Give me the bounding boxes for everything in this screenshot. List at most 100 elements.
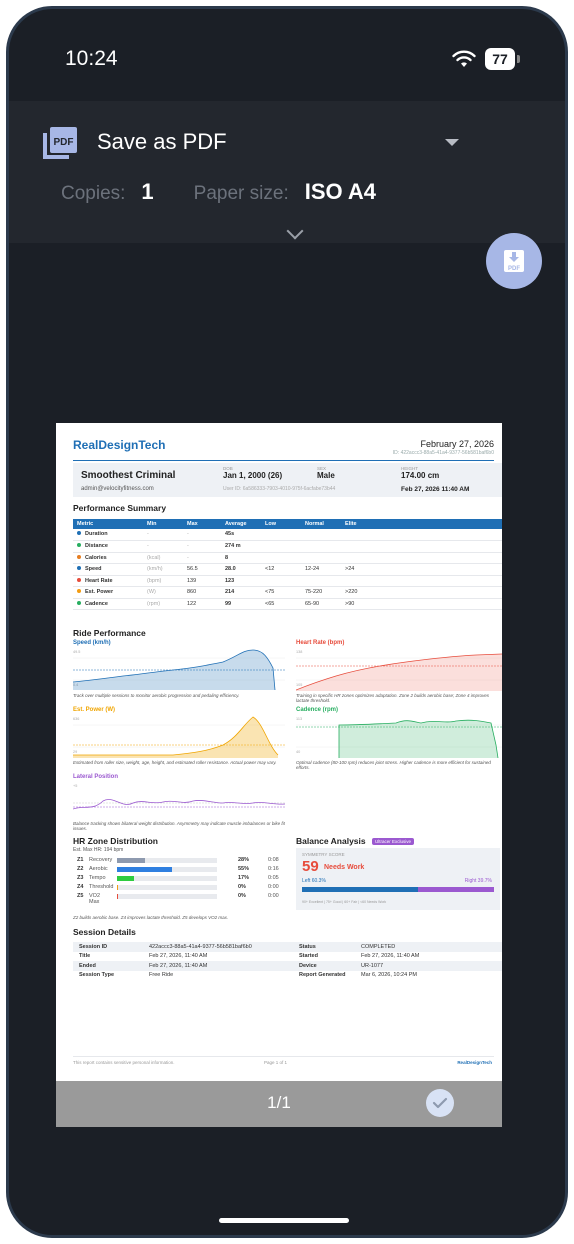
avg-cell: 123: [221, 575, 261, 587]
wifi-icon: [452, 50, 476, 67]
col-low: Low: [261, 519, 301, 529]
zone-bar-fill: [117, 894, 118, 899]
performance-header-row: Metric Min Max Average Low Normal Elite: [73, 519, 502, 529]
metric-dot-icon: [77, 600, 81, 605]
session-value: COMPLETED: [355, 942, 502, 952]
rider-name: Smoothest Criminal: [81, 470, 176, 481]
cadence-chart: [296, 719, 502, 758]
min-value: (W): [147, 589, 156, 596]
heart-rate-caption: Training in specific HR zones optimizes …: [296, 693, 490, 704]
footer-note: This report contains sensitive personal …: [73, 1060, 175, 1065]
normal-cell: 12-24: [301, 563, 341, 576]
avg-cell: 28.0: [221, 563, 261, 576]
low-value: <75: [265, 589, 275, 596]
min-value: -: [147, 543, 149, 550]
elite-cell: >220: [341, 586, 502, 599]
session-details-body: Session ID 422accc3-88a5-41a4-9377-56b581…: [73, 942, 502, 980]
zone-bar-fill: [117, 858, 145, 863]
low-cell: [261, 552, 301, 564]
destination-dropdown-icon[interactable]: [445, 139, 459, 146]
expand-options-icon[interactable]: [286, 222, 304, 240]
session-row: Session ID 422accc3-88a5-41a4-9377-56b581…: [73, 942, 502, 952]
avg-value: 99: [225, 600, 232, 607]
metric-cell: Cadence: [73, 598, 143, 610]
normal-cell: [301, 552, 341, 564]
destination-select[interactable]: Save as PDF: [97, 129, 227, 155]
avg-value: 8: [225, 554, 229, 561]
min-value: (kcal): [147, 554, 161, 561]
rider-email: admin@velocityfitness.com: [81, 486, 154, 492]
zone-name: Recovery: [89, 857, 113, 863]
hr-area: [296, 654, 502, 691]
session-key: Report Generated: [299, 972, 346, 979]
session-value: Feb 27, 2026, 11:40 AM: [149, 953, 208, 960]
power-area: [73, 717, 278, 758]
symmetry-score-label: SYMMETRY SCORE: [302, 852, 345, 857]
elite-cell: >24: [341, 563, 502, 576]
pdf-download-icon: PDF: [504, 250, 524, 272]
left-percentage: Left 60.3%: [302, 878, 326, 884]
session-key: Title: [79, 953, 91, 960]
session-key: Ended: [73, 961, 143, 971]
metric-dot-icon: [77, 566, 81, 571]
session-row: Title Feb 27, 2026, 11:40 AM Started Feb 27…: [73, 952, 502, 962]
min-value: (bpm): [147, 577, 162, 584]
ultracer-exclusive-badge: Ultracer Exclusive: [372, 838, 415, 846]
avg-value: 214: [225, 589, 235, 596]
footer-page: Page 1 of 1: [264, 1060, 288, 1065]
ride-performance-title: Ride Performance: [73, 628, 146, 638]
elite-cell: [341, 552, 502, 564]
min-cell: -: [143, 529, 183, 541]
max-cell: -: [183, 540, 221, 553]
cadence-chart-title: Cadence (rpm): [296, 707, 339, 713]
speed-chart-title: Speed (km/h): [73, 640, 111, 646]
paper-size-value[interactable]: ISO A4: [305, 179, 376, 205]
cadence-area: [339, 720, 498, 758]
paper-size-label: Paper size:: [193, 183, 289, 204]
low-cell: [261, 529, 301, 541]
home-indicator[interactable]: [219, 1218, 349, 1223]
pdf-page-preview[interactable]: RealDesignTech February 27, 2026 ID: 422…: [56, 423, 502, 1081]
hr-zone-title: HR Zone Distribution: [73, 836, 158, 846]
elite-cell: [341, 540, 502, 553]
hr-zone-max: Est. Max HR: 194 bpm: [73, 847, 124, 853]
max-cell: -: [183, 529, 221, 541]
power-chart: [73, 716, 285, 758]
avg-value: 28.0: [225, 566, 236, 573]
battery-tip: [517, 55, 520, 63]
zone-time: 0:16: [268, 866, 279, 872]
battery-icon: 77: [485, 48, 515, 70]
zone-name: Threshold: [89, 884, 114, 890]
metric-cell: Est. Power: [73, 586, 143, 599]
normal-cell: [301, 540, 341, 553]
session-row: Ended Feb 27, 2026, 11:40 AM Device UR-1077: [73, 961, 502, 971]
max-value: -: [187, 554, 189, 561]
session-value: 422accc3-88a5-41a4-9377-56b581baf6b0: [143, 942, 293, 952]
normal-value: 12-24: [305, 566, 320, 573]
speed-chart: [73, 649, 285, 691]
print-options-panel: PDF Save as PDF Copies: 1 Paper size: IS…: [9, 101, 565, 243]
lateral-chart-title: Lateral Position: [73, 774, 119, 780]
session-key: Status: [293, 942, 355, 952]
min-cell: (kcal): [143, 552, 183, 564]
page-selected-check-icon[interactable]: [426, 1089, 454, 1117]
normal-value: 75-220: [305, 589, 323, 596]
performance-row: Distance - - 274 m: [73, 540, 502, 553]
balance-card: SYMMETRY SCORE 59 Needs Work Left 60.3% …: [296, 848, 500, 910]
balance-bar: [302, 887, 494, 892]
download-pdf-button[interactable]: PDF: [486, 233, 542, 289]
zone-bar-fill: [117, 867, 172, 872]
zone-id: Z5: [77, 893, 84, 899]
power-chart-title: Est. Power (W): [73, 707, 116, 713]
dob-value: Jan 1, 2000 (26): [223, 471, 283, 481]
check-icon: [432, 1097, 448, 1109]
rider-card: Smoothest Criminal admin@velocityfitness…: [73, 463, 502, 497]
copies-value[interactable]: 1: [141, 179, 153, 205]
elite-value: >24: [345, 566, 355, 573]
session-value: Feb 27, 2026, 11:40 AM: [361, 953, 420, 960]
report-id: ID: 422accc3-88a5-41a4-9377-56b581baf6b0: [392, 450, 494, 456]
performance-row: Calories (kcal) - 8: [73, 552, 502, 564]
elite-value: >220: [345, 589, 358, 596]
metric-dot-icon: [77, 543, 81, 548]
avg-cell: 214: [221, 586, 261, 599]
